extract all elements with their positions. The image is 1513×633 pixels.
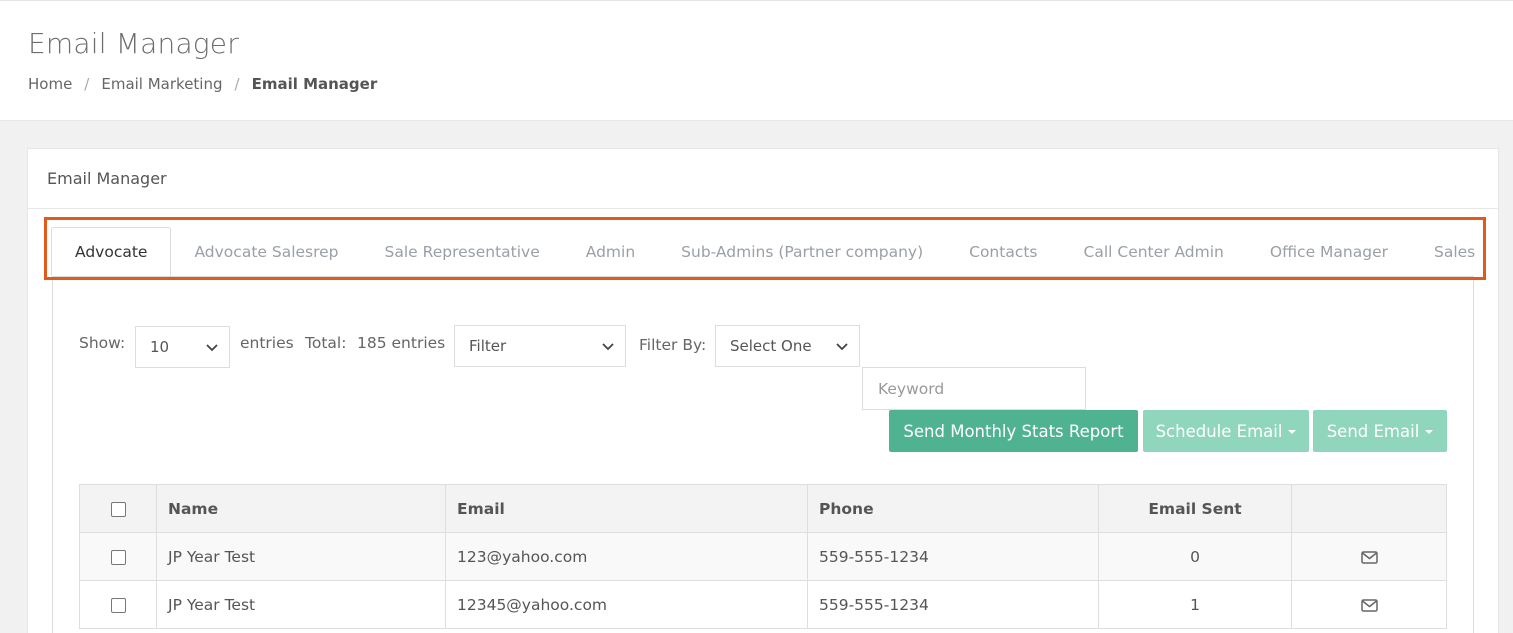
- chevron-down-icon: [836, 343, 848, 351]
- send-monthly-stats-button[interactable]: Send Monthly Stats Report: [889, 410, 1138, 452]
- schedule-email-label: Schedule Email: [1155, 421, 1283, 441]
- table-row: JP Year Test 123@yahoo.com 559-555-1234 …: [79, 532, 1447, 581]
- chevron-down-icon: [206, 344, 218, 352]
- envelope-icon[interactable]: [1360, 550, 1378, 564]
- caret-down-icon: [1425, 430, 1434, 434]
- filter-by-label: Filter By:: [639, 336, 707, 354]
- filter-value: Filter: [469, 337, 507, 355]
- panel-divider: [28, 208, 1498, 209]
- contacts-table: Name Email Phone Email Sent JP Year Test…: [79, 484, 1447, 629]
- row-actions-cell: [1291, 580, 1447, 629]
- row-checkbox[interactable]: [110, 549, 126, 565]
- chevron-down-icon: [602, 343, 614, 351]
- filter-by-value: Select One: [730, 337, 812, 355]
- column-header-actions: [1291, 484, 1447, 533]
- breadcrumb-email-marketing[interactable]: Email Marketing: [101, 75, 222, 93]
- table-header-row: Name Email Phone Email Sent: [79, 484, 1447, 533]
- entries-label: entries: [240, 334, 294, 352]
- send-email-button[interactable]: Send Email: [1313, 410, 1447, 452]
- cell-phone: 559-555-1234: [807, 580, 1099, 629]
- breadcrumb: Home / Email Marketing / Email Manager: [28, 75, 377, 93]
- page-size-value: 10: [150, 338, 170, 356]
- breadcrumb-home[interactable]: Home: [28, 75, 72, 93]
- caret-down-icon: [1288, 430, 1297, 434]
- total-value: 185 entries: [357, 334, 446, 352]
- keyword-input[interactable]: Keyword: [862, 367, 1086, 410]
- breadcrumb-current: Email Manager: [251, 75, 378, 93]
- column-header-email[interactable]: Email: [445, 484, 808, 533]
- panel-title: Email Manager: [47, 169, 167, 188]
- cell-name: JP Year Test: [156, 580, 446, 629]
- select-all-checkbox[interactable]: [110, 501, 126, 517]
- filter-select[interactable]: Filter: [454, 325, 626, 367]
- page-header: Email Manager Home / Email Marketing / E…: [0, 0, 1513, 121]
- breadcrumb-separator: /: [84, 75, 90, 93]
- tabs-highlight-box: [44, 217, 1486, 280]
- page-title: Email Manager: [28, 27, 239, 60]
- row-select-cell: [79, 532, 157, 581]
- envelope-icon[interactable]: [1360, 598, 1378, 612]
- row-checkbox[interactable]: [110, 597, 126, 613]
- page-size-select[interactable]: 10: [135, 326, 230, 368]
- show-label: Show:: [79, 334, 126, 352]
- column-header-name[interactable]: Name: [156, 484, 446, 533]
- filter-by-select[interactable]: Select One: [715, 325, 860, 367]
- table-row: JP Year Test 12345@yahoo.com 559-555-123…: [79, 580, 1447, 629]
- cell-email: 12345@yahoo.com: [445, 580, 808, 629]
- keyword-placeholder: Keyword: [878, 379, 945, 398]
- total-label: Total:: [305, 334, 347, 352]
- breadcrumb-separator: /: [234, 75, 240, 93]
- schedule-email-button[interactable]: Schedule Email: [1143, 410, 1309, 452]
- cell-phone: 559-555-1234: [807, 532, 1099, 581]
- row-actions-cell: [1291, 532, 1447, 581]
- column-header-email-sent[interactable]: Email Sent: [1098, 484, 1292, 533]
- send-email-label: Send Email: [1326, 421, 1420, 441]
- column-header-phone[interactable]: Phone: [807, 484, 1099, 533]
- cell-email-sent: 1: [1098, 580, 1292, 629]
- cell-email-sent: 0: [1098, 532, 1292, 581]
- cell-name: JP Year Test: [156, 532, 446, 581]
- row-select-cell: [79, 580, 157, 629]
- send-monthly-stats-label: Send Monthly Stats Report: [903, 421, 1124, 441]
- cell-email: 123@yahoo.com: [445, 532, 808, 581]
- select-all-cell: [79, 484, 157, 533]
